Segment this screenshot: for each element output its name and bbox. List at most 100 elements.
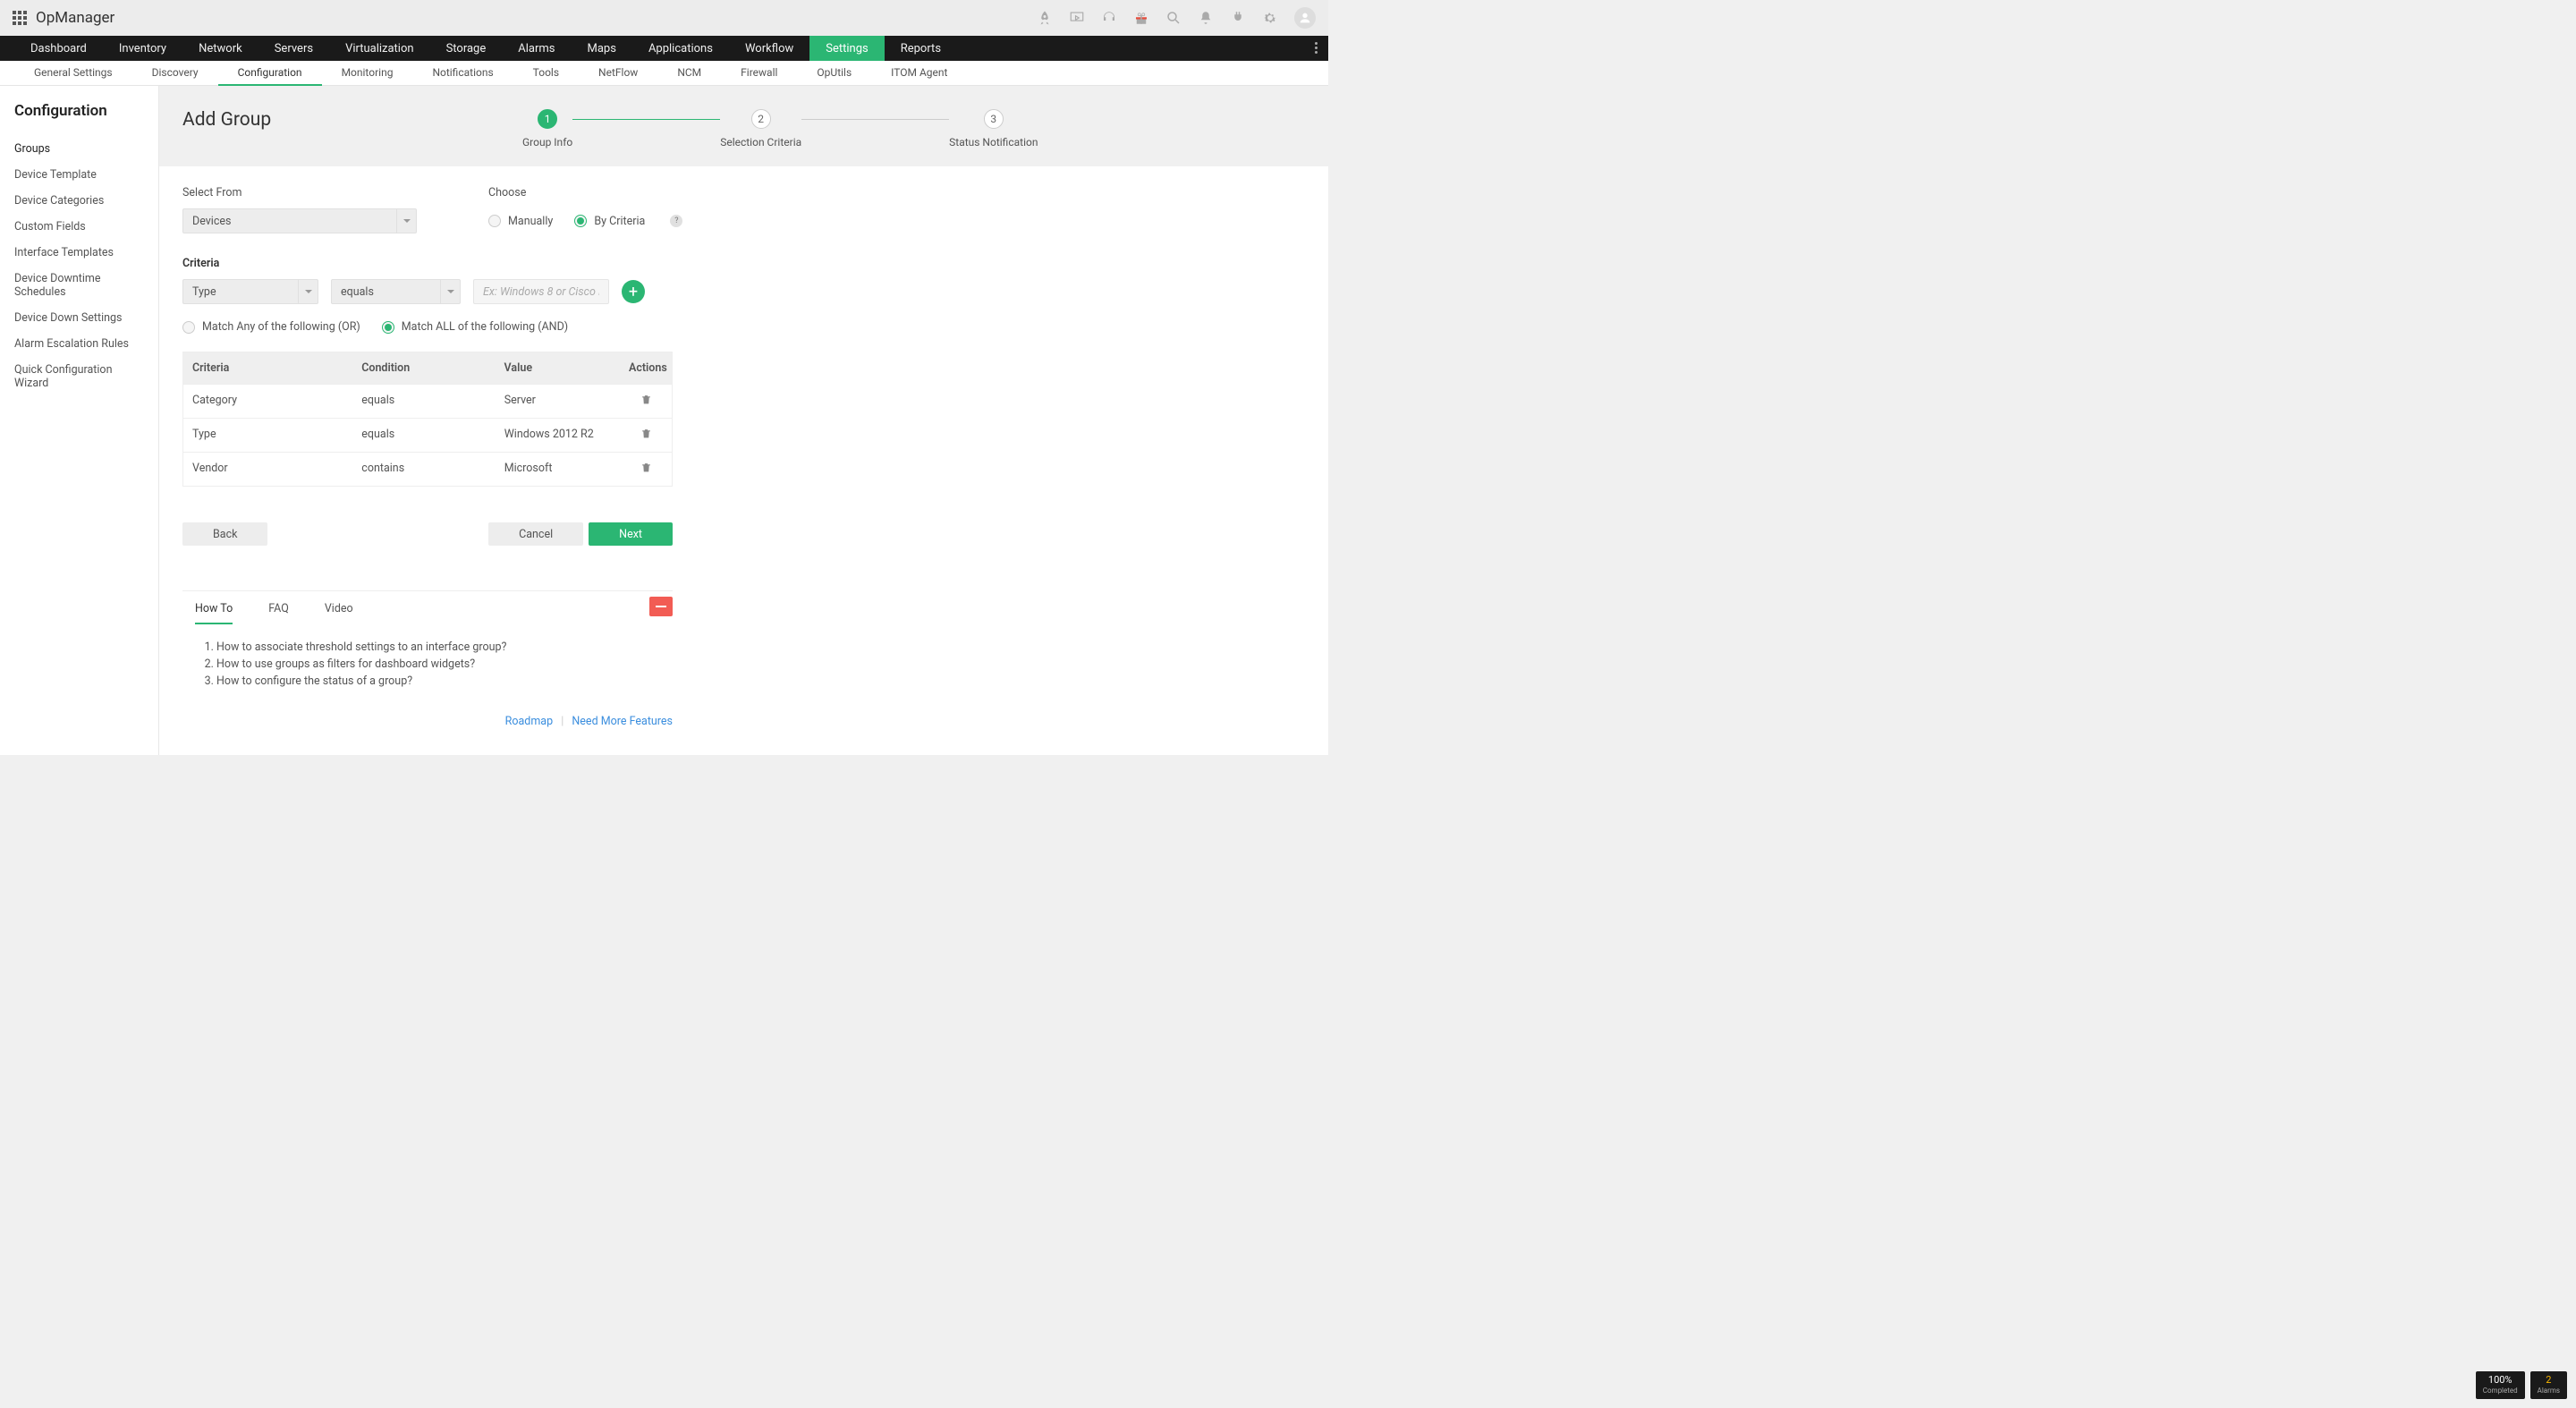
plug-icon[interactable] [1230,10,1246,26]
table-row: Vendor contains Microsoft [183,452,672,486]
subnav-tools[interactable]: Tools [513,61,579,86]
td-value: Windows 2012 R2 [496,419,620,452]
need-more-features-link[interactable]: Need More Features [572,715,673,728]
subnav-configuration[interactable]: Configuration [218,61,322,86]
radio-dot-icon [574,215,587,227]
delete-row-button[interactable] [620,453,672,486]
collapse-help-button[interactable] [649,597,673,616]
rocket-icon[interactable] [1037,10,1053,26]
step-group-info[interactable]: 1 Group Info [522,109,572,148]
subnav-general-settings[interactable]: General Settings [14,61,132,86]
help-tab-faq[interactable]: FAQ [268,602,289,624]
wizard-steps: 1 Group Info 2 Selection Criteria 3 Stat… [522,109,1038,148]
help-icon[interactable]: ? [670,215,682,227]
sidebar-item-alarm-escalation-rules[interactable]: Alarm Escalation Rules [14,331,144,357]
alarms-status[interactable]: 2 Alarms [2530,1371,2567,1399]
headset-icon[interactable] [1101,10,1117,26]
radio-manually[interactable]: Manually [488,215,553,228]
subnav-discovery[interactable]: Discovery [132,61,218,86]
radio-label: Match ALL of the following (AND) [402,320,568,334]
sidebar-item-device-down-settings[interactable]: Device Down Settings [14,305,144,331]
step-status-notification[interactable]: 3 Status Notification [949,109,1038,148]
primary-nav: Dashboard Inventory Network Servers Virt… [0,36,1328,61]
sidebar-item-device-template[interactable]: Device Template [14,162,144,188]
nav-servers[interactable]: Servers [258,36,329,61]
sidebar-item-device-categories[interactable]: Device Categories [14,188,144,214]
presentation-icon[interactable] [1069,10,1085,26]
criteria-field-dropdown[interactable]: Type [182,279,318,304]
user-avatar[interactable] [1294,7,1316,29]
delete-row-button[interactable] [620,419,672,452]
nav-settings[interactable]: Settings [809,36,884,61]
top-header: OpManager [0,0,1328,36]
criteria-condition-dropdown[interactable]: equals [331,279,461,304]
gift-icon[interactable] [1133,10,1149,26]
td-condition: contains [352,453,495,486]
step-number: 1 [538,109,557,129]
nav-inventory[interactable]: Inventory [103,36,182,61]
nav-more-icon[interactable] [1315,42,1318,54]
td-criteria: Category [183,385,352,418]
help-item[interactable]: How to use groups as filters for dashboa… [216,657,655,671]
th-value: Value [496,352,620,384]
radio-label: Manually [508,215,553,228]
nav-network[interactable]: Network [182,36,258,61]
completed-pct: 100% [2483,1375,2518,1386]
step-label: Group Info [522,136,572,148]
sidebar: Configuration Groups Device Template Dev… [0,86,159,755]
cancel-button[interactable]: Cancel [488,522,583,546]
roadmap-link[interactable]: Roadmap [505,715,553,728]
help-tab-video[interactable]: Video [325,602,353,624]
radio-dot-icon [382,321,394,334]
status-corner: 100% Completed 2 Alarms [2476,1371,2567,1399]
nav-dashboard[interactable]: Dashboard [14,36,103,61]
step-number: 2 [751,109,771,129]
completed-status[interactable]: 100% Completed [2476,1371,2525,1399]
nav-alarms[interactable]: Alarms [502,36,571,61]
nav-workflow[interactable]: Workflow [729,36,809,61]
add-criteria-button[interactable]: + [622,280,645,303]
nav-storage[interactable]: Storage [430,36,503,61]
radio-by-criteria[interactable]: By Criteria [574,215,645,228]
subnav-itom-agent[interactable]: ITOM Agent [871,61,967,86]
td-criteria: Type [183,419,352,452]
radio-match-any[interactable]: Match Any of the following (OR) [182,320,360,334]
bell-icon[interactable] [1198,10,1214,26]
search-icon[interactable] [1165,10,1182,26]
delete-row-button[interactable] [620,385,672,418]
gear-icon[interactable] [1262,10,1278,26]
sidebar-item-device-downtime-schedules[interactable]: Device Downtime Schedules [14,266,144,305]
help-item[interactable]: How to associate threshold settings to a… [216,640,655,654]
page-title: Add Group [182,109,522,131]
criteria-condition-value: equals [341,285,374,299]
subnav-monitoring[interactable]: Monitoring [322,61,413,86]
sidebar-item-quick-configuration-wizard[interactable]: Quick Configuration Wizard [14,357,144,396]
subnav-notifications[interactable]: Notifications [412,61,513,86]
nav-maps[interactable]: Maps [572,36,632,61]
radio-match-all[interactable]: Match ALL of the following (AND) [382,320,568,334]
help-panel: How To FAQ Video How to associate thresh… [182,590,673,688]
next-button[interactable]: Next [589,522,673,546]
subnav-ncm[interactable]: NCM [657,61,721,86]
sidebar-item-groups[interactable]: Groups [14,136,144,162]
criteria-value-input[interactable] [473,279,609,304]
select-from-dropdown[interactable]: Devices [182,208,417,233]
step-selection-criteria[interactable]: 2 Selection Criteria [720,109,801,148]
th-criteria: Criteria [183,352,352,384]
nav-reports[interactable]: Reports [885,36,957,61]
chevron-down-icon [298,280,318,303]
sidebar-item-custom-fields[interactable]: Custom Fields [14,214,144,240]
help-tab-howto[interactable]: How To [195,602,233,624]
step-connector [801,119,949,120]
sidebar-item-interface-templates[interactable]: Interface Templates [14,240,144,266]
subnav-netflow[interactable]: NetFlow [579,61,657,86]
help-item[interactable]: How to configure the status of a group? [216,674,655,688]
td-value: Microsoft [496,453,620,486]
subnav-firewall[interactable]: Firewall [721,61,797,86]
back-button[interactable]: Back [182,522,267,546]
step-label: Status Notification [949,136,1038,148]
nav-virtualization[interactable]: Virtualization [329,36,430,61]
subnav-oputils[interactable]: OpUtils [797,61,871,86]
apps-grid-icon[interactable] [13,11,27,25]
nav-applications[interactable]: Applications [632,36,729,61]
